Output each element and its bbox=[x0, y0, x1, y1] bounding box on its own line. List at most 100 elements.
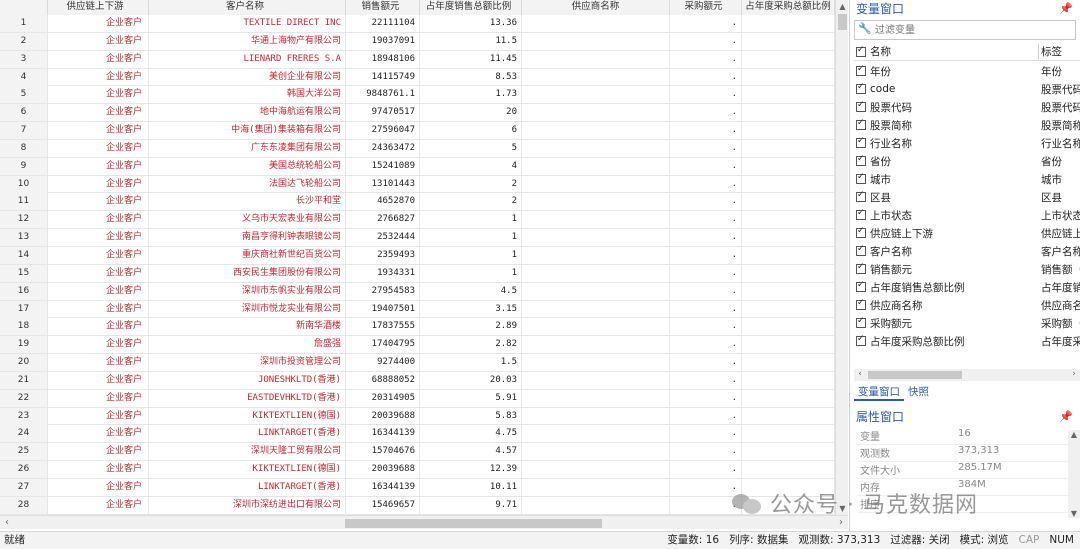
table-cell[interactable]: 企业客户 bbox=[48, 229, 149, 247]
table-cell[interactable]: 企业客户 bbox=[48, 496, 149, 514]
table-cell[interactable]: 企业客户 bbox=[48, 478, 149, 496]
table-cell[interactable]: . bbox=[670, 425, 742, 443]
table-cell[interactable]: JONESHKLTD(香港) bbox=[149, 371, 346, 389]
table-cell[interactable] bbox=[742, 264, 835, 282]
table-cell[interactable]: 法国达飞轮船公司 bbox=[149, 175, 346, 193]
table-cell[interactable]: EASTDEVHKLTD(香港) bbox=[149, 389, 346, 407]
row-number[interactable]: 25 bbox=[0, 443, 48, 461]
table-cell[interactable]: . bbox=[670, 264, 742, 282]
table-cell[interactable] bbox=[522, 122, 670, 140]
table-cell[interactable] bbox=[522, 229, 670, 247]
table-row[interactable]: 21 企业客户 JONESHKLTD(香港) 68888052 20.03. bbox=[0, 371, 835, 390]
table-row[interactable]: 15 企业客户 西安民生集团股份有限公司 1934331 1. bbox=[0, 264, 835, 283]
table-cell[interactable] bbox=[522, 371, 670, 389]
table-cell[interactable]: 新南华酒楼 bbox=[149, 318, 346, 336]
table-cell[interactable] bbox=[742, 246, 835, 264]
table-cell[interactable]: 4.57 bbox=[420, 443, 522, 461]
table-cell[interactable] bbox=[742, 122, 835, 140]
table-row[interactable]: 12 企业客户 义乌市天宏表业有限公司 2766827 1. bbox=[0, 211, 835, 230]
table-cell[interactable]: 韩国大洋公司 bbox=[149, 86, 346, 104]
variable-filter-input[interactable] bbox=[875, 23, 1071, 38]
pin-icon[interactable]: 📌 bbox=[1059, 0, 1073, 18]
table-cell[interactable]: . bbox=[670, 139, 742, 157]
table-cell[interactable]: . bbox=[670, 86, 742, 104]
row-number[interactable]: 12 bbox=[0, 211, 48, 229]
table-cell[interactable] bbox=[522, 407, 670, 425]
table-cell[interactable]: 企业客户 bbox=[48, 211, 149, 229]
table-cell[interactable]: 企业客户 bbox=[48, 86, 149, 104]
table-cell[interactable]: 20039688 bbox=[346, 407, 420, 425]
table-cell[interactable]: 深圳市投资管理公司 bbox=[149, 354, 346, 372]
table-cell[interactable]: . bbox=[670, 407, 742, 425]
table-cell[interactable]: 2.82 bbox=[420, 336, 522, 354]
grid-vertical-scrollbar[interactable]: ▲ ▼ bbox=[835, 0, 848, 515]
row-number[interactable]: 28 bbox=[0, 496, 48, 514]
table-row[interactable]: 7 企业客户 中海(集团)集装箱有限公司 27596047 6. bbox=[0, 122, 835, 140]
variable-item[interactable]: 占年度销售总额比例 占年度销售总额比例 bbox=[854, 278, 1080, 296]
table-cell[interactable] bbox=[742, 175, 835, 193]
table-cell[interactable] bbox=[742, 425, 835, 443]
table-row[interactable]: 13 企业客户 南昌亨得利钟表眼镜公司 2532444 1. bbox=[0, 229, 835, 247]
table-cell[interactable] bbox=[742, 15, 835, 32]
row-number[interactable]: 26 bbox=[0, 461, 48, 479]
row-number[interactable]: 4 bbox=[0, 68, 48, 86]
column-header[interactable]: 占年度采购总额比例 bbox=[742, 0, 835, 15]
table-cell[interactable]: 企业客户 bbox=[48, 300, 149, 318]
table-cell[interactable]: 企业客户 bbox=[48, 443, 149, 461]
row-number[interactable]: 10 bbox=[0, 175, 48, 193]
table-cell[interactable]: 13.36 bbox=[420, 15, 522, 32]
table-cell[interactable]: 12.39 bbox=[420, 461, 522, 479]
row-number[interactable]: 18 bbox=[0, 318, 48, 336]
table-cell[interactable]: 4652870 bbox=[346, 193, 420, 211]
table-cell[interactable] bbox=[522, 157, 670, 175]
table-cell[interactable] bbox=[522, 246, 670, 264]
table-cell[interactable]: 美国总统轮船公司 bbox=[149, 157, 346, 175]
table-cell[interactable] bbox=[742, 461, 835, 479]
table-cell[interactable]: 企业客户 bbox=[48, 264, 149, 282]
table-cell[interactable]: 1.73 bbox=[420, 86, 522, 104]
table-cell[interactable]: 深圳市悦龙实业有限公司 bbox=[149, 300, 346, 318]
table-cell[interactable]: 5.91 bbox=[420, 389, 522, 407]
table-cell[interactable]: 27596047 bbox=[346, 122, 420, 140]
table-cell[interactable]: 西安民生集团股份有限公司 bbox=[149, 264, 346, 282]
select-all-checkbox[interactable] bbox=[856, 45, 866, 57]
table-cell[interactable]: KIKTEXTLIEN(德国) bbox=[149, 407, 346, 425]
table-cell[interactable]: 20314905 bbox=[346, 389, 420, 407]
table-cell[interactable]: 15241089 bbox=[346, 157, 420, 175]
table-cell[interactable]: 9.71 bbox=[420, 496, 522, 514]
table-cell[interactable] bbox=[522, 461, 670, 479]
table-cell[interactable]: . bbox=[670, 122, 742, 140]
table-cell[interactable]: 企业客户 bbox=[48, 68, 149, 86]
table-cell[interactable]: 企业客户 bbox=[48, 15, 149, 32]
table-cell[interactable] bbox=[742, 104, 835, 122]
table-cell[interactable]: 20.03 bbox=[420, 371, 522, 389]
row-number[interactable]: 7 bbox=[0, 122, 48, 140]
variable-checkbox[interactable] bbox=[856, 100, 866, 112]
table-cell[interactable]: 16344139 bbox=[346, 425, 420, 443]
table-cell[interactable]: 97470517 bbox=[346, 104, 420, 122]
table-cell[interactable] bbox=[522, 336, 670, 354]
table-cell[interactable]: 企业客户 bbox=[48, 336, 149, 354]
table-cell[interactable]: 深圳市东帆实业有限公司 bbox=[149, 282, 346, 300]
table-cell[interactable]: 1934331 bbox=[346, 264, 420, 282]
column-header[interactable]: 客户名称 bbox=[149, 0, 346, 15]
variable-checkbox[interactable] bbox=[856, 334, 866, 346]
table-cell[interactable]: 企业客户 bbox=[48, 425, 149, 443]
table-cell[interactable] bbox=[742, 354, 835, 372]
table-row[interactable]: 10 企业客户 法国达飞轮船公司 13101443 2. bbox=[0, 175, 835, 194]
row-number[interactable]: 9 bbox=[0, 157, 48, 175]
table-cell[interactable]: 广东东凌集团有限公司 bbox=[149, 139, 346, 157]
variable-checkbox[interactable] bbox=[856, 262, 866, 274]
table-cell[interactable] bbox=[522, 496, 670, 514]
column-header[interactable]: 供应链上下游 bbox=[48, 0, 149, 15]
table-cell[interactable] bbox=[742, 139, 835, 157]
variable-checkbox[interactable] bbox=[856, 172, 866, 184]
table-cell[interactable] bbox=[522, 318, 670, 336]
row-number[interactable]: 19 bbox=[0, 336, 48, 354]
table-cell[interactable]: 企业客户 bbox=[48, 122, 149, 140]
row-number[interactable]: 2 bbox=[0, 32, 48, 50]
table-cell[interactable]: 1 bbox=[420, 211, 522, 229]
variable-item[interactable]: 城市 城市 bbox=[854, 170, 1080, 188]
table-cell[interactable] bbox=[522, 86, 670, 104]
table-row[interactable]: 25 企业客户 深圳天隆工贸有限公司 15704676 4.57. bbox=[0, 443, 835, 462]
